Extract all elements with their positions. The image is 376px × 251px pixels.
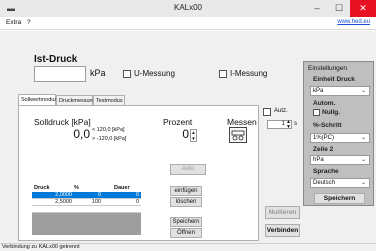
- sprache-label: Sprache: [313, 168, 339, 175]
- settings-panel: Einstellungen Einheit Druck kPa ⌄ Autom.…: [303, 61, 374, 206]
- sprache-select-value: Deutsch: [313, 180, 336, 186]
- nullg-checkbox[interactable]: [313, 109, 320, 116]
- prozent-value[interactable]: 0: [163, 127, 189, 143]
- tab-sollwertmodus[interactable]: Sollwertmodus: [18, 94, 57, 105]
- cell-dauer: 0: [135, 199, 139, 205]
- verbinden-button[interactable]: Verbinden: [265, 224, 300, 237]
- einheit-label: Einheit Druck: [313, 76, 355, 83]
- schritt-label: %-Schritt: [313, 122, 342, 129]
- sequence-table: Druck % Dauer 2,0000 0 0 2,5000 100 0: [32, 185, 141, 235]
- solldruck-limit-high: < 120,0 [kPa]: [92, 127, 125, 133]
- chevron-down-icon: ⌄: [360, 157, 366, 163]
- messen-label: Messen: [227, 117, 257, 127]
- autz-unit: s: [294, 121, 297, 127]
- u-messung-label: U-Messung: [134, 69, 175, 78]
- table-row[interactable]: 2,5000 100 0: [32, 199, 141, 206]
- loeschen-button[interactable]: löschen: [170, 197, 202, 207]
- table-row[interactable]: 2,0000 0 0: [32, 192, 141, 199]
- settings-header: Einstellungen: [308, 65, 348, 72]
- prozent-label: Prozent: [163, 117, 193, 127]
- ist-druck-label: Ist-Druck: [34, 54, 78, 65]
- u-messung-checkbox[interactable]: [123, 70, 131, 78]
- solldruck-limit-low: > -120,0 [kPa]: [92, 136, 127, 142]
- solldruck-value[interactable]: 0,0: [60, 127, 90, 141]
- status-bar: Verbindung zu KALx00 getrennt: [0, 243, 376, 251]
- close-button[interactable]: ✕: [350, 0, 376, 17]
- autom-label: Autom.: [313, 100, 336, 107]
- chevron-down-icon: ⌄: [360, 135, 366, 141]
- table-header-percent: %: [74, 185, 79, 191]
- einheit-select[interactable]: kPa ⌄: [310, 86, 370, 96]
- zeile2-select[interactable]: hPa ⌄: [310, 155, 370, 165]
- nullieren-button[interactable]: Nullieren: [265, 206, 300, 219]
- autz-spinner[interactable]: ▲ ▼: [286, 120, 291, 130]
- tab-testmodus[interactable]: Testmodus: [93, 95, 125, 105]
- prozent-spinner[interactable]: ▲ ▼: [190, 129, 197, 142]
- einheit-select-value: kPa: [313, 88, 324, 94]
- ist-druck-unit: kPa: [90, 68, 106, 78]
- zeile2-select-value: hPa: [313, 157, 324, 163]
- auto-button[interactable]: Auto: [170, 164, 206, 175]
- title-bar: ▬ KALx00 – ☐ ✕: [0, 0, 376, 17]
- autz-checkbox[interactable]: [263, 108, 271, 116]
- cell-percent: 100: [91, 199, 101, 205]
- sprache-select[interactable]: Deutsch ⌄: [310, 178, 370, 188]
- oeffnen-button[interactable]: Öffnen: [170, 228, 202, 238]
- menu-help[interactable]: ?: [27, 19, 31, 26]
- tab-druckmessung[interactable]: Druckmessung: [56, 95, 96, 105]
- i-messung-label: I-Messung: [230, 69, 268, 78]
- table-header: Druck % Dauer: [32, 185, 141, 192]
- zeile2-label: Zeile 2: [313, 146, 334, 153]
- i-messung-checkbox[interactable]: [219, 70, 227, 78]
- speichern-table-button[interactable]: Speichern: [170, 217, 202, 227]
- cell-druck: 2,0000: [55, 192, 72, 198]
- nullg-label: Nullg.: [322, 109, 341, 116]
- schritt-select-value: 1%(PC): [313, 135, 335, 141]
- chevron-down-icon: ⌄: [360, 180, 366, 186]
- chevron-down-icon: ⌄: [360, 88, 366, 94]
- cell-percent: 0: [97, 192, 101, 198]
- menu-bar: Extra ? www.hed.eu: [0, 17, 376, 30]
- table-header-dauer: Dauer: [114, 185, 130, 191]
- website-link[interactable]: www.hed.eu: [337, 19, 370, 25]
- ist-druck-display: [34, 66, 86, 82]
- einfuegen-button[interactable]: einfügen: [170, 186, 202, 196]
- minimize-button[interactable]: –: [306, 0, 328, 17]
- gauge-icon[interactable]: [229, 127, 247, 143]
- menu-extra[interactable]: Extra: [6, 19, 21, 26]
- solldruck-label: Solldruck [kPa]: [34, 117, 91, 127]
- settings-save-button[interactable]: Speichern: [314, 193, 365, 204]
- schritt-select[interactable]: 1%(PC) ⌄: [310, 133, 370, 143]
- cell-dauer: 0: [135, 192, 139, 198]
- autz-label: Autz.: [274, 108, 288, 114]
- table-header-druck: Druck: [34, 185, 50, 191]
- connection-status: Verbindung zu KALx00 getrennt: [2, 244, 80, 250]
- maximize-button[interactable]: ☐: [328, 0, 350, 17]
- cell-druck: 2,5000: [55, 199, 72, 205]
- table-row-empty[interactable]: [32, 206, 141, 213]
